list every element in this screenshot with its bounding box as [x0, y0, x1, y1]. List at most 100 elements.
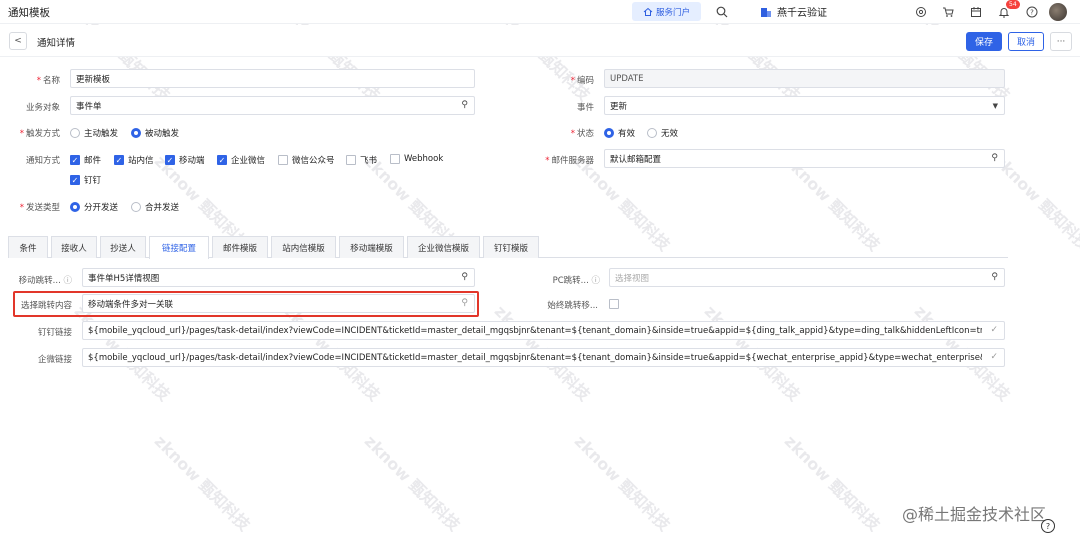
user-avatar[interactable] [1049, 3, 1067, 21]
mobile-jump-input[interactable]: 事件单H5详情视图 ⚲ [82, 268, 475, 287]
notify-option-feishu[interactable]: 飞书 [346, 154, 377, 166]
name-input[interactable]: 更新模板 [70, 69, 475, 88]
event-label: 事件 [576, 103, 594, 113]
help-icon[interactable]: ? [1041, 519, 1055, 533]
name-label: * 名称 [36, 76, 60, 86]
tab-conditions[interactable]: 条件 [8, 236, 48, 258]
radio-icon [131, 202, 141, 212]
trigger-option-passive[interactable]: 被动触发 [131, 127, 179, 139]
code-label: * 编码 [570, 76, 594, 86]
radio-checked-icon [604, 128, 614, 138]
checkbox-icon [609, 299, 619, 309]
checkbox-icon [278, 155, 288, 165]
checkbox-icon [390, 154, 400, 164]
checkbox-checked-icon: ✓ [114, 155, 124, 165]
cancel-button[interactable]: 取消 [1008, 32, 1044, 51]
caret-down-icon: ▼ [992, 102, 998, 110]
chevron-left-icon: < [14, 36, 22, 46]
tab-recipients[interactable]: 接收人 [51, 236, 97, 258]
tab-link-config[interactable]: 链接配置 [149, 236, 209, 259]
check-circle-icon: ✓ [990, 325, 998, 335]
checkbox-checked-icon: ✓ [70, 175, 80, 185]
notify-option-dingtalk[interactable]: ✓ 钉钉 [70, 174, 101, 186]
page-title: 通知详情 [37, 38, 76, 49]
search-icon[interactable] [714, 4, 730, 20]
tab-mobile-template[interactable]: 移动端模版 [339, 236, 404, 258]
notify-option-webhook[interactable]: Webhook [390, 154, 443, 164]
watermark-text: zknow 甄知科技 [150, 431, 254, 535]
pc-jump-label: PC跳转... ⓘ [552, 276, 600, 286]
tenant-switcher[interactable]: 燕千云验证 [760, 4, 827, 19]
tab-site-message-template[interactable]: 站内信模版 [271, 236, 336, 258]
notification-badge: 54 [1006, 0, 1020, 9]
search-icon[interactable]: ⚲ [461, 272, 468, 282]
notify-option-mobile[interactable]: ✓ 移动端 [165, 154, 205, 166]
cart-icon[interactable] [940, 4, 956, 20]
checkbox-checked-icon: ✓ [70, 155, 80, 165]
status-option-valid[interactable]: 有效 [604, 127, 635, 139]
watermark-text: zknow 甄知科技 [570, 431, 674, 535]
notify-option-wecom[interactable]: ✓ 企业微信 [217, 154, 265, 166]
pc-jump-input[interactable]: 选择视图 ⚲ [609, 268, 1005, 287]
business-object-label: 业务对象 [25, 103, 60, 113]
checkbox-icon [346, 155, 356, 165]
service-portal-button[interactable]: 服务门户 [632, 2, 701, 21]
more-button[interactable]: ··· [1050, 32, 1072, 51]
tab-bar: 条件 接收人 抄送人 链接配置 邮件模版 站内信模版 移动端模版 企业微信模版 … [8, 236, 1008, 259]
settings-icon[interactable] [913, 4, 929, 20]
mail-server-input[interactable]: 默认邮箱配置 ⚲ [604, 149, 1005, 168]
event-select[interactable]: 更新 ▼ [604, 96, 1005, 115]
info-icon: ⓘ [591, 276, 600, 286]
trigger-label: * 触发方式 [19, 129, 60, 139]
tab-wecom-template[interactable]: 企业微信模版 [407, 236, 480, 258]
status-label: * 状态 [570, 129, 594, 139]
tab-cc[interactable]: 抄送人 [100, 236, 146, 258]
code-input: UPDATE [604, 69, 1005, 88]
notify-option-email[interactable]: ✓ 邮件 [70, 154, 101, 166]
checkbox-checked-icon: ✓ [165, 155, 175, 165]
watermark-text: zknow 甄知科技 [360, 431, 464, 535]
highlight-box [13, 291, 479, 317]
wecom-link-input[interactable]: ${mobile_yqcloud_url}/pages/task-detail/… [82, 348, 1005, 367]
help-icon[interactable]: ? [1024, 4, 1040, 20]
search-icon[interactable]: ⚲ [991, 153, 998, 163]
building-icon [761, 7, 771, 17]
radio-icon [70, 128, 80, 138]
send-type-option-merge[interactable]: 合并发送 [131, 201, 179, 213]
send-type-label: * 发送类型 [19, 203, 60, 213]
status-option-invalid[interactable]: 无效 [647, 127, 678, 139]
mail-server-label: * 邮件服务器 [545, 156, 594, 166]
dingtalk-link-label: 钉钉链接 [37, 328, 72, 338]
search-icon[interactable]: ⚲ [461, 100, 468, 110]
notify-method-label: 通知方式 [25, 156, 60, 166]
wecom-link-label: 企微链接 [37, 355, 72, 365]
checkbox-checked-icon: ✓ [217, 155, 227, 165]
notify-option-site-message[interactable]: ✓ 站内信 [114, 154, 154, 166]
business-object-input[interactable]: 事件单 ⚲ [70, 96, 475, 115]
search-icon[interactable]: ⚲ [991, 272, 998, 282]
always-jump-checkbox[interactable] [609, 299, 619, 309]
page-header: < 通知详情 保存 取消 ··· [0, 25, 1080, 57]
top-navigation-bar: 通知模板 服务门户 燕千云验证 54 ? [0, 0, 1080, 24]
back-button[interactable]: < [9, 32, 27, 50]
radio-checked-icon [131, 128, 141, 138]
mobile-jump-label: 移动跳转... ⓘ [18, 276, 72, 286]
dingtalk-link-input[interactable]: ${mobile_yqcloud_url}/pages/task-detail/… [82, 321, 1005, 340]
save-button[interactable]: 保存 [966, 32, 1002, 51]
home-icon [643, 7, 653, 16]
service-portal-label: 服务门户 [655, 7, 690, 18]
send-type-option-separate[interactable]: 分开发送 [70, 201, 118, 213]
always-jump-label: 始终跳转移... [547, 301, 598, 311]
trigger-option-active[interactable]: 主动触发 [70, 127, 118, 139]
footer-watermark: @稀土掘金技术社区 [902, 505, 1047, 524]
calendar-icon[interactable] [968, 4, 984, 20]
tab-dingtalk-template[interactable]: 钉钉模版 [483, 236, 539, 258]
tab-email-template[interactable]: 邮件模版 [212, 236, 268, 258]
tenant-name: 燕千云验证 [777, 8, 827, 19]
notify-option-wechat-official[interactable]: 微信公众号 [278, 154, 335, 166]
watermark-text: zknow 甄知科技 [780, 431, 884, 535]
svg-text:?: ? [1030, 9, 1034, 17]
radio-checked-icon [70, 202, 80, 212]
check-circle-icon: ✓ [990, 352, 998, 362]
app-title: 通知模板 [8, 7, 50, 19]
